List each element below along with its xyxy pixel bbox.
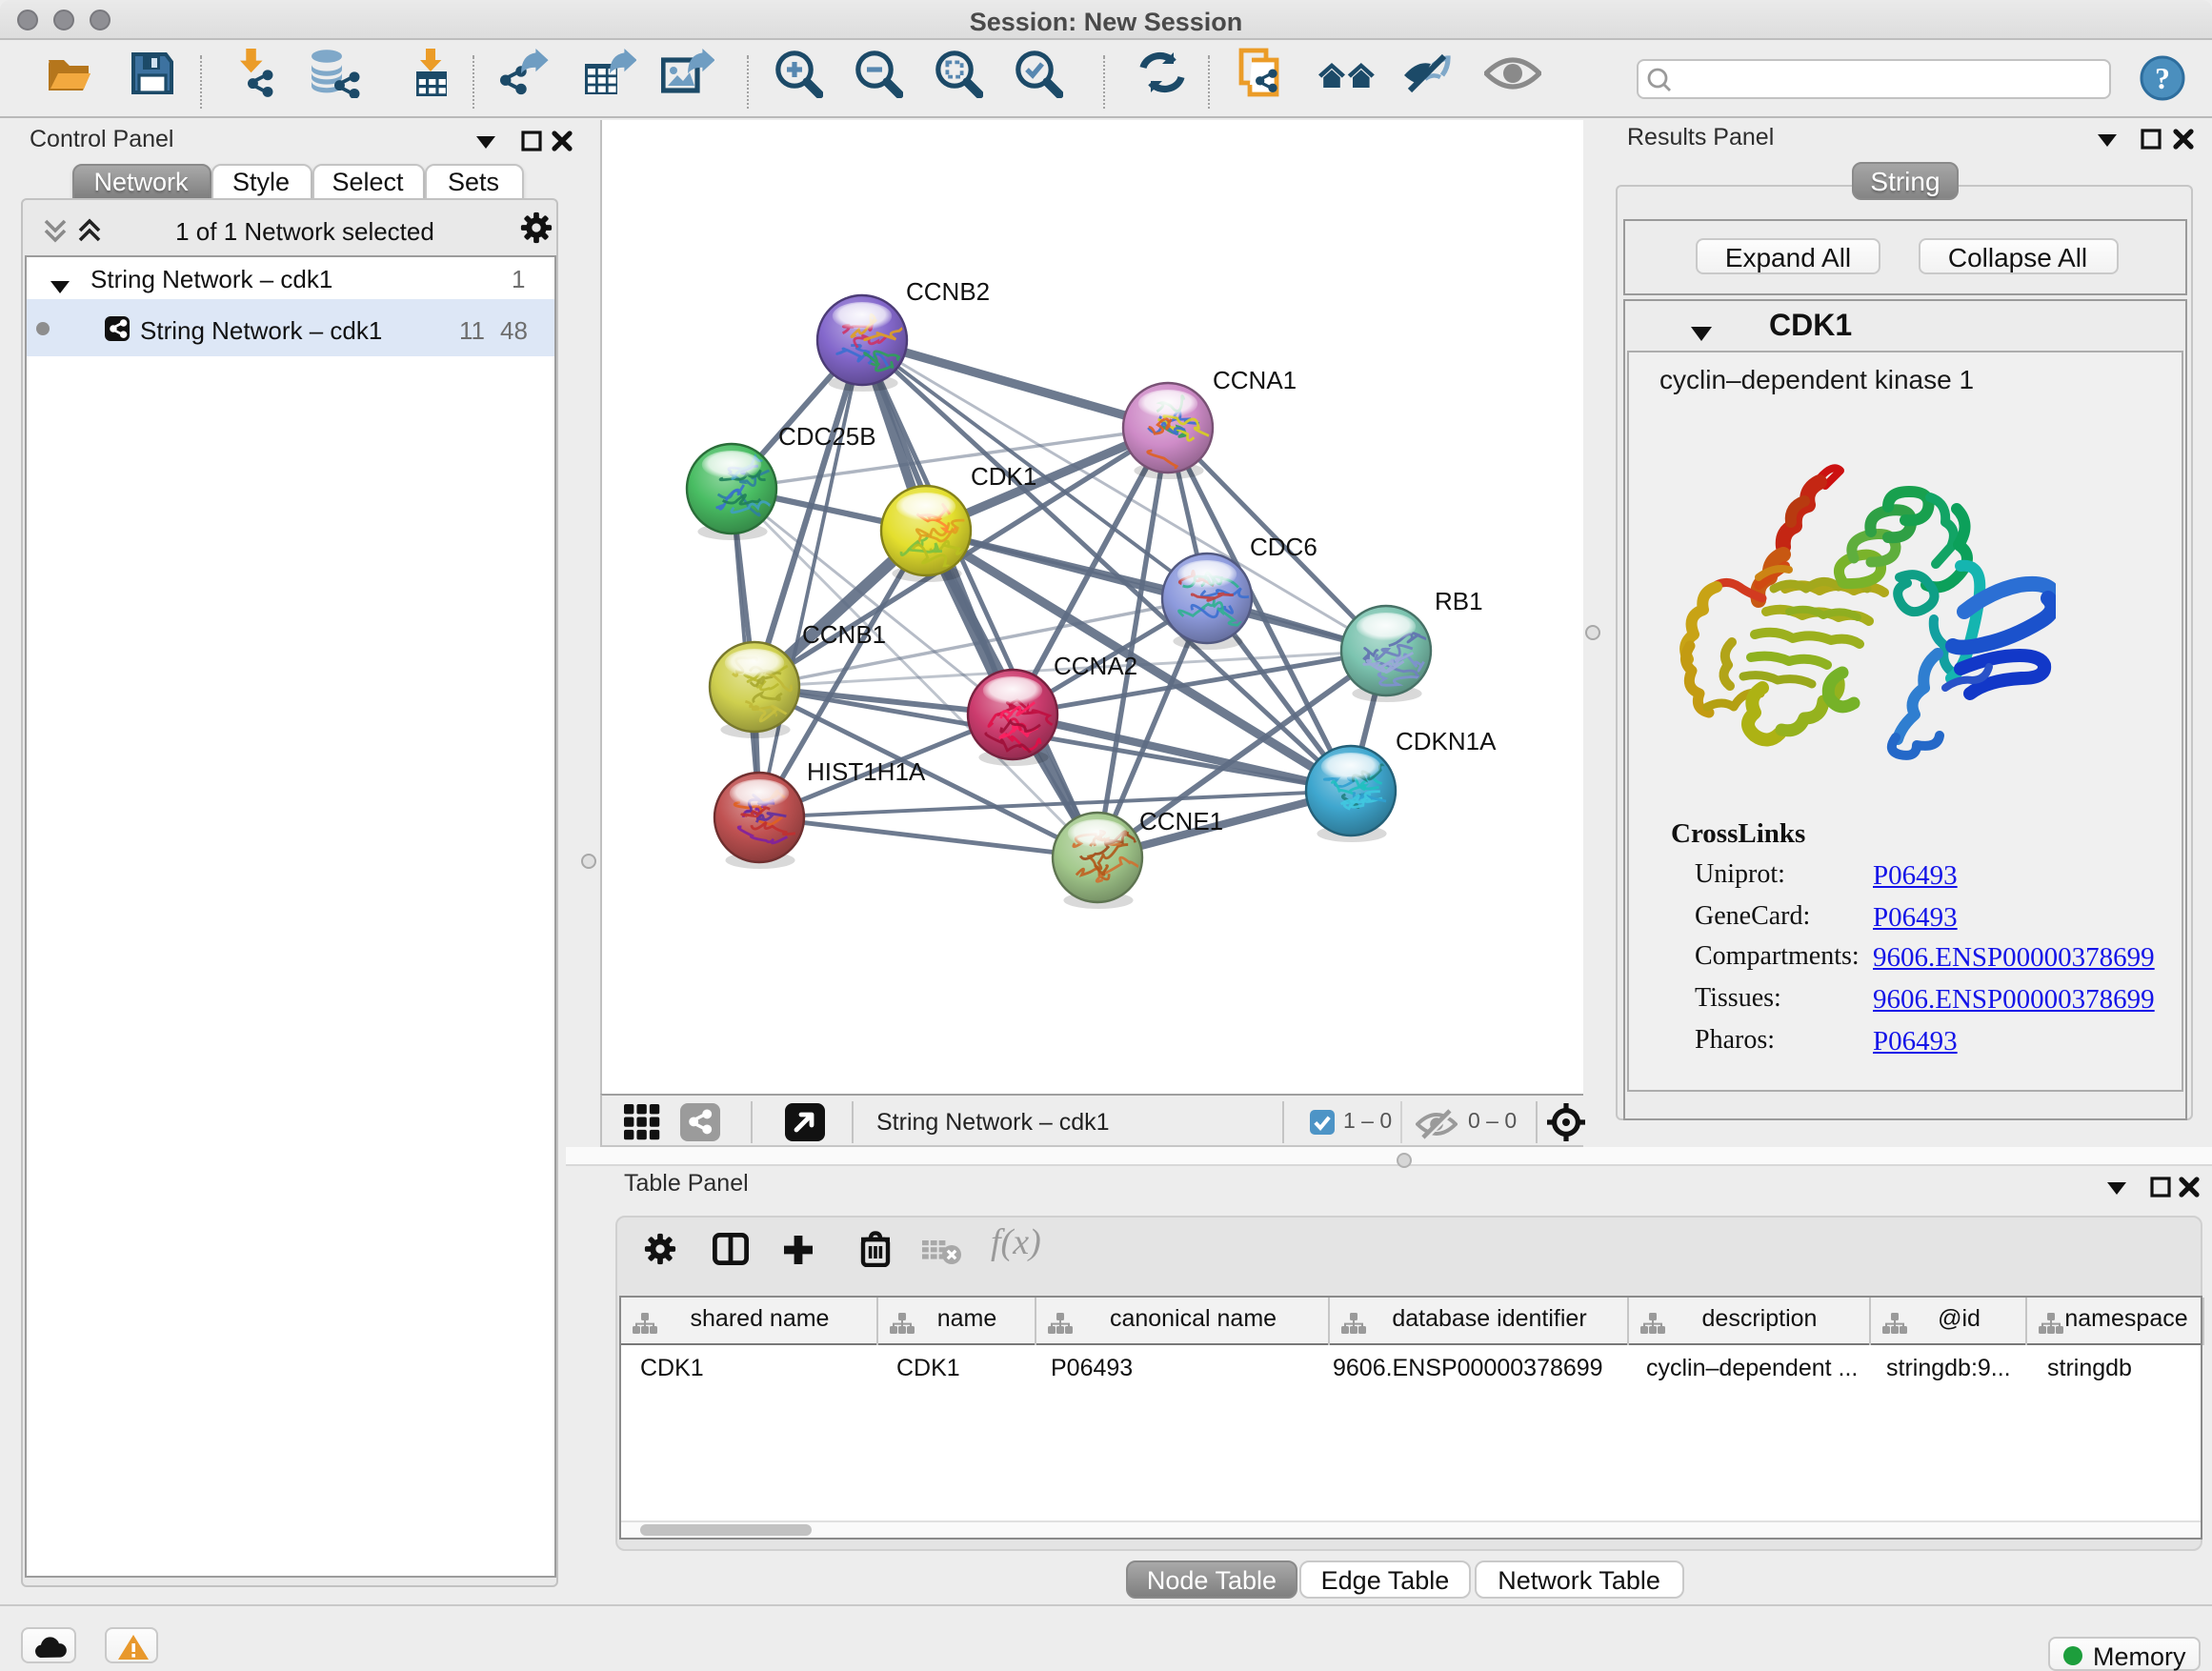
svg-text:CDC25B: CDC25B — [778, 421, 876, 450]
svg-text:RB1: RB1 — [1435, 586, 1483, 614]
svg-text:CCNA2: CCNA2 — [1054, 651, 1137, 679]
svg-text:CCNE1: CCNE1 — [1139, 806, 1223, 835]
svg-text:?: ? — [2154, 61, 2169, 95]
svg-text:HIST1H1A: HIST1H1A — [807, 756, 926, 785]
svg-text:CDC6: CDC6 — [1250, 532, 1317, 560]
svg-text:CDK1: CDK1 — [971, 461, 1036, 490]
svg-text:CDKN1A: CDKN1A — [1396, 726, 1497, 755]
svg-text:CCNB2: CCNB2 — [906, 276, 990, 305]
svg-text:CCNB1: CCNB1 — [802, 619, 886, 648]
svg-text:CCNA1: CCNA1 — [1213, 365, 1297, 393]
